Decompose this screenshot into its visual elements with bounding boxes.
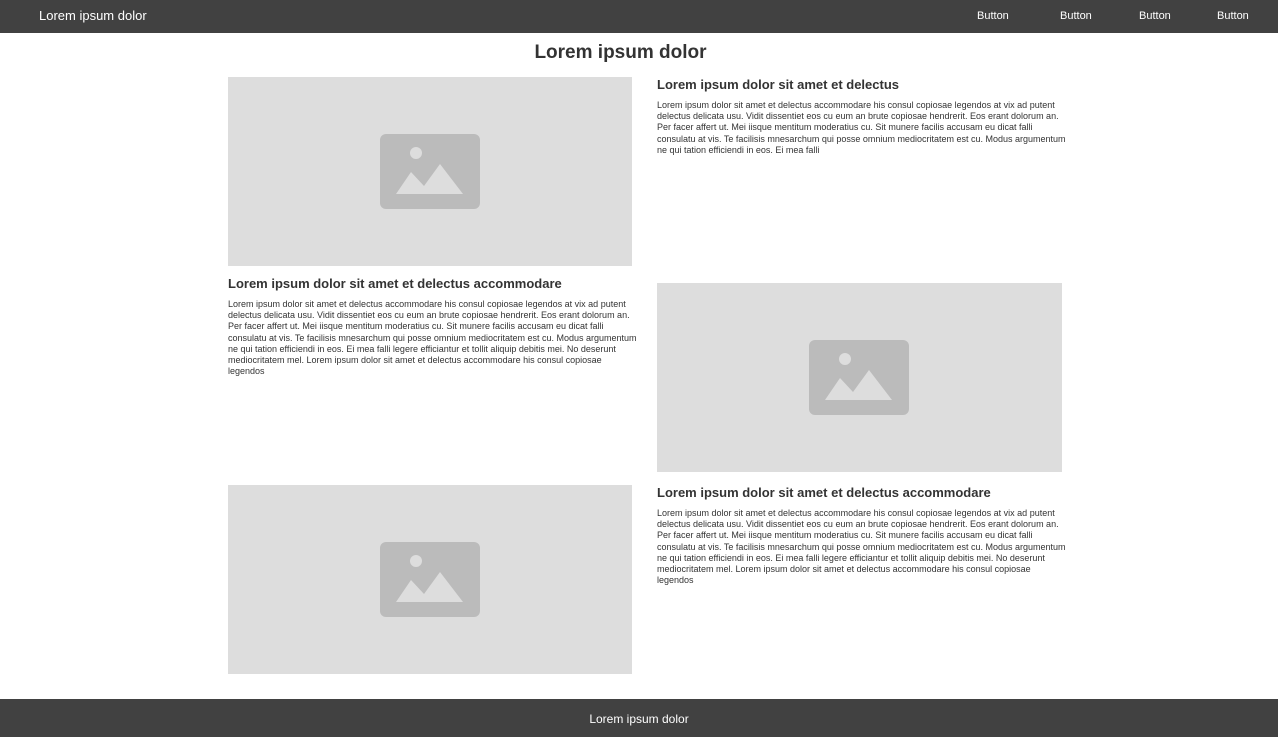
- nav-button-4[interactable]: Button: [1217, 10, 1249, 22]
- section-title-2: Lorem ipsum dolor sit amet et delectus a…: [228, 276, 562, 291]
- image-placeholder-icon: [380, 134, 480, 209]
- image-placeholder-1: [228, 77, 632, 266]
- footer-text: Lorem ipsum dolor: [589, 712, 689, 726]
- page-title: Lorem ipsum dolor: [534, 42, 707, 63]
- section-title-3: Lorem ipsum dolor sit amet et delectus a…: [657, 485, 991, 500]
- section-body-1: Lorem ipsum dolor sit amet et delectus a…: [657, 100, 1066, 155]
- footer: Lorem ipsum dolor: [0, 699, 1278, 737]
- nav-button-2[interactable]: Button: [1060, 10, 1092, 22]
- section-body-2: Lorem ipsum dolor sit amet et delectus a…: [228, 299, 637, 377]
- nav-button-1[interactable]: Button: [977, 10, 1009, 22]
- section-title-1: Lorem ipsum dolor sit amet et delectus: [657, 77, 899, 92]
- nav-button-3[interactable]: Button: [1139, 10, 1171, 22]
- image-placeholder-icon: [380, 542, 480, 617]
- top-navbar: Lorem ipsum dolor Button Button Button B…: [0, 0, 1278, 33]
- image-placeholder-3: [228, 485, 632, 674]
- image-placeholder-icon: [809, 340, 909, 415]
- image-placeholder-2: [657, 283, 1062, 472]
- brand-link[interactable]: Lorem ipsum dolor: [39, 8, 147, 23]
- section-body-3: Lorem ipsum dolor sit amet et delectus a…: [657, 508, 1066, 586]
